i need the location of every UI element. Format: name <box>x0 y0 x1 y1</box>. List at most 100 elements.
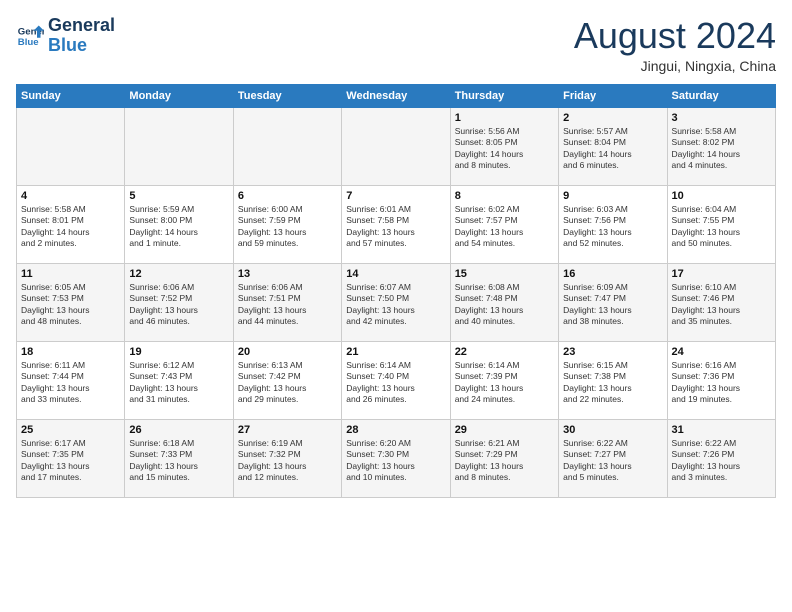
day-info: Sunrise: 6:11 AMSunset: 7:44 PMDaylight:… <box>21 360 120 406</box>
calendar-cell: 18 Sunrise: 6:11 AMSunset: 7:44 PMDayligh… <box>17 341 125 419</box>
calendar-cell: 11 Sunrise: 6:05 AMSunset: 7:53 PMDayligh… <box>17 263 125 341</box>
day-number: 24 <box>672 346 771 358</box>
day-number: 13 <box>238 268 337 280</box>
day-number: 29 <box>455 424 554 436</box>
calendar-table: SundayMondayTuesdayWednesdayThursdayFrid… <box>16 84 776 498</box>
day-number: 20 <box>238 346 337 358</box>
day-info: Sunrise: 6:01 AMSunset: 7:58 PMDaylight:… <box>346 204 445 250</box>
page-container: General Blue General Blue August 2024 Ji… <box>0 0 792 508</box>
calendar-cell: 29 Sunrise: 6:21 AMSunset: 7:29 PMDayligh… <box>450 419 558 497</box>
calendar-cell: 4 Sunrise: 5:58 AMSunset: 8:01 PMDaylight… <box>17 185 125 263</box>
day-info: Sunrise: 5:59 AMSunset: 8:00 PMDaylight:… <box>129 204 228 250</box>
day-number: 14 <box>346 268 445 280</box>
day-info: Sunrise: 6:04 AMSunset: 7:55 PMDaylight:… <box>672 204 771 250</box>
calendar-cell <box>233 107 341 185</box>
calendar-cell: 22Sunrise: 6:14 AMSunset: 7:39 PMDayligh… <box>450 341 558 419</box>
weekday-header: Monday <box>125 84 233 107</box>
day-info: Sunrise: 5:58 AMSunset: 8:01 PMDaylight:… <box>21 204 120 250</box>
day-info: Sunrise: 6:16 AMSunset: 7:36 PMDaylight:… <box>672 360 771 406</box>
day-number: 7 <box>346 190 445 202</box>
day-info: Sunrise: 6:07 AMSunset: 7:50 PMDaylight:… <box>346 282 445 328</box>
day-number: 28 <box>346 424 445 436</box>
calendar-cell: 3Sunrise: 5:58 AMSunset: 8:02 PMDaylight… <box>667 107 775 185</box>
calendar-cell: 17Sunrise: 6:10 AMSunset: 7:46 PMDayligh… <box>667 263 775 341</box>
day-number: 12 <box>129 268 228 280</box>
day-number: 30 <box>563 424 662 436</box>
day-info: Sunrise: 5:57 AMSunset: 8:04 PMDaylight:… <box>563 126 662 172</box>
day-number: 22 <box>455 346 554 358</box>
calendar-week-row: 18 Sunrise: 6:11 AMSunset: 7:44 PMDayligh… <box>17 341 776 419</box>
logo-text: General Blue <box>48 16 115 56</box>
day-number: 2 <box>563 112 662 124</box>
calendar-cell: 1 Sunrise: 5:56 AMSunset: 8:05 PMDaylight… <box>450 107 558 185</box>
weekday-header: Wednesday <box>342 84 450 107</box>
calendar-cell: 24 Sunrise: 6:16 AMSunset: 7:36 PMDayligh… <box>667 341 775 419</box>
day-info: Sunrise: 6:13 AMSunset: 7:42 PMDaylight:… <box>238 360 337 406</box>
day-info: Sunrise: 6:14 AMSunset: 7:40 PMDaylight:… <box>346 360 445 406</box>
weekday-header: Sunday <box>17 84 125 107</box>
calendar-cell: 12 Sunrise: 6:06 AMSunset: 7:52 PMDayligh… <box>125 263 233 341</box>
day-info: Sunrise: 6:12 AMSunset: 7:43 PMDaylight:… <box>129 360 228 406</box>
calendar-cell: 23Sunrise: 6:15 AMSunset: 7:38 PMDayligh… <box>559 341 667 419</box>
calendar-cell: 15Sunrise: 6:08 AMSunset: 7:48 PMDayligh… <box>450 263 558 341</box>
weekday-header: Saturday <box>667 84 775 107</box>
calendar-cell: 16 Sunrise: 6:09 AMSunset: 7:47 PMDayligh… <box>559 263 667 341</box>
day-number: 16 <box>563 268 662 280</box>
weekday-header: Thursday <box>450 84 558 107</box>
day-number: 18 <box>21 346 120 358</box>
day-number: 5 <box>129 190 228 202</box>
calendar-cell: 7 Sunrise: 6:01 AMSunset: 7:58 PMDaylight… <box>342 185 450 263</box>
day-number: 17 <box>672 268 771 280</box>
day-info: Sunrise: 6:21 AMSunset: 7:29 PMDaylight:… <box>455 438 554 484</box>
day-number: 21 <box>346 346 445 358</box>
calendar-cell: 14 Sunrise: 6:07 AMSunset: 7:50 PMDayligh… <box>342 263 450 341</box>
calendar-cell: 13 Sunrise: 6:06 AMSunset: 7:51 PMDayligh… <box>233 263 341 341</box>
calendar-cell: 31 Sunrise: 6:22 AMSunset: 7:26 PMDayligh… <box>667 419 775 497</box>
calendar-cell: 25Sunrise: 6:17 AMSunset: 7:35 PMDayligh… <box>17 419 125 497</box>
logo-icon: General Blue <box>16 22 44 50</box>
logo: General Blue General Blue <box>16 16 115 56</box>
day-number: 1 <box>455 112 554 124</box>
day-info: Sunrise: 6:17 AMSunset: 7:35 PMDaylight:… <box>21 438 120 484</box>
calendar-week-row: 11 Sunrise: 6:05 AMSunset: 7:53 PMDayligh… <box>17 263 776 341</box>
day-number: 8 <box>455 190 554 202</box>
calendar-cell: 5 Sunrise: 5:59 AMSunset: 8:00 PMDaylight… <box>125 185 233 263</box>
month-title: August 2024 <box>574 16 776 56</box>
day-info: Sunrise: 6:02 AMSunset: 7:57 PMDaylight:… <box>455 204 554 250</box>
title-block: August 2024 Jingui, Ningxia, China <box>574 16 776 74</box>
page-header: General Blue General Blue August 2024 Ji… <box>16 16 776 74</box>
day-info: Sunrise: 6:19 AMSunset: 7:32 PMDaylight:… <box>238 438 337 484</box>
day-number: 10 <box>672 190 771 202</box>
calendar-cell: 26 Sunrise: 6:18 AMSunset: 7:33 PMDayligh… <box>125 419 233 497</box>
day-info: Sunrise: 6:09 AMSunset: 7:47 PMDaylight:… <box>563 282 662 328</box>
day-info: Sunrise: 6:22 AMSunset: 7:26 PMDaylight:… <box>672 438 771 484</box>
day-info: Sunrise: 6:20 AMSunset: 7:30 PMDaylight:… <box>346 438 445 484</box>
weekday-header-row: SundayMondayTuesdayWednesdayThursdayFrid… <box>17 84 776 107</box>
calendar-cell: 2 Sunrise: 5:57 AMSunset: 8:04 PMDaylight… <box>559 107 667 185</box>
day-number: 23 <box>563 346 662 358</box>
weekday-header: Tuesday <box>233 84 341 107</box>
day-number: 31 <box>672 424 771 436</box>
day-number: 11 <box>21 268 120 280</box>
day-number: 19 <box>129 346 228 358</box>
day-info: Sunrise: 6:06 AMSunset: 7:52 PMDaylight:… <box>129 282 228 328</box>
svg-text:Blue: Blue <box>18 37 39 48</box>
calendar-cell: 10 Sunrise: 6:04 AMSunset: 7:55 PMDayligh… <box>667 185 775 263</box>
day-info: Sunrise: 6:05 AMSunset: 7:53 PMDaylight:… <box>21 282 120 328</box>
calendar-cell: 20 Sunrise: 6:13 AMSunset: 7:42 PMDayligh… <box>233 341 341 419</box>
weekday-header: Friday <box>559 84 667 107</box>
day-info: Sunrise: 6:18 AMSunset: 7:33 PMDaylight:… <box>129 438 228 484</box>
location-subtitle: Jingui, Ningxia, China <box>574 58 776 74</box>
calendar-cell: 27Sunrise: 6:19 AMSunset: 7:32 PMDayligh… <box>233 419 341 497</box>
day-number: 4 <box>21 190 120 202</box>
calendar-cell: 9Sunrise: 6:03 AMSunset: 7:56 PMDaylight… <box>559 185 667 263</box>
day-info: Sunrise: 5:58 AMSunset: 8:02 PMDaylight:… <box>672 126 771 172</box>
day-info: Sunrise: 5:56 AMSunset: 8:05 PMDaylight:… <box>455 126 554 172</box>
calendar-week-row: 4 Sunrise: 5:58 AMSunset: 8:01 PMDaylight… <box>17 185 776 263</box>
day-number: 26 <box>129 424 228 436</box>
calendar-cell: 30Sunrise: 6:22 AMSunset: 7:27 PMDayligh… <box>559 419 667 497</box>
day-info: Sunrise: 6:06 AMSunset: 7:51 PMDaylight:… <box>238 282 337 328</box>
calendar-week-row: 25Sunrise: 6:17 AMSunset: 7:35 PMDayligh… <box>17 419 776 497</box>
calendar-cell <box>342 107 450 185</box>
calendar-cell <box>17 107 125 185</box>
